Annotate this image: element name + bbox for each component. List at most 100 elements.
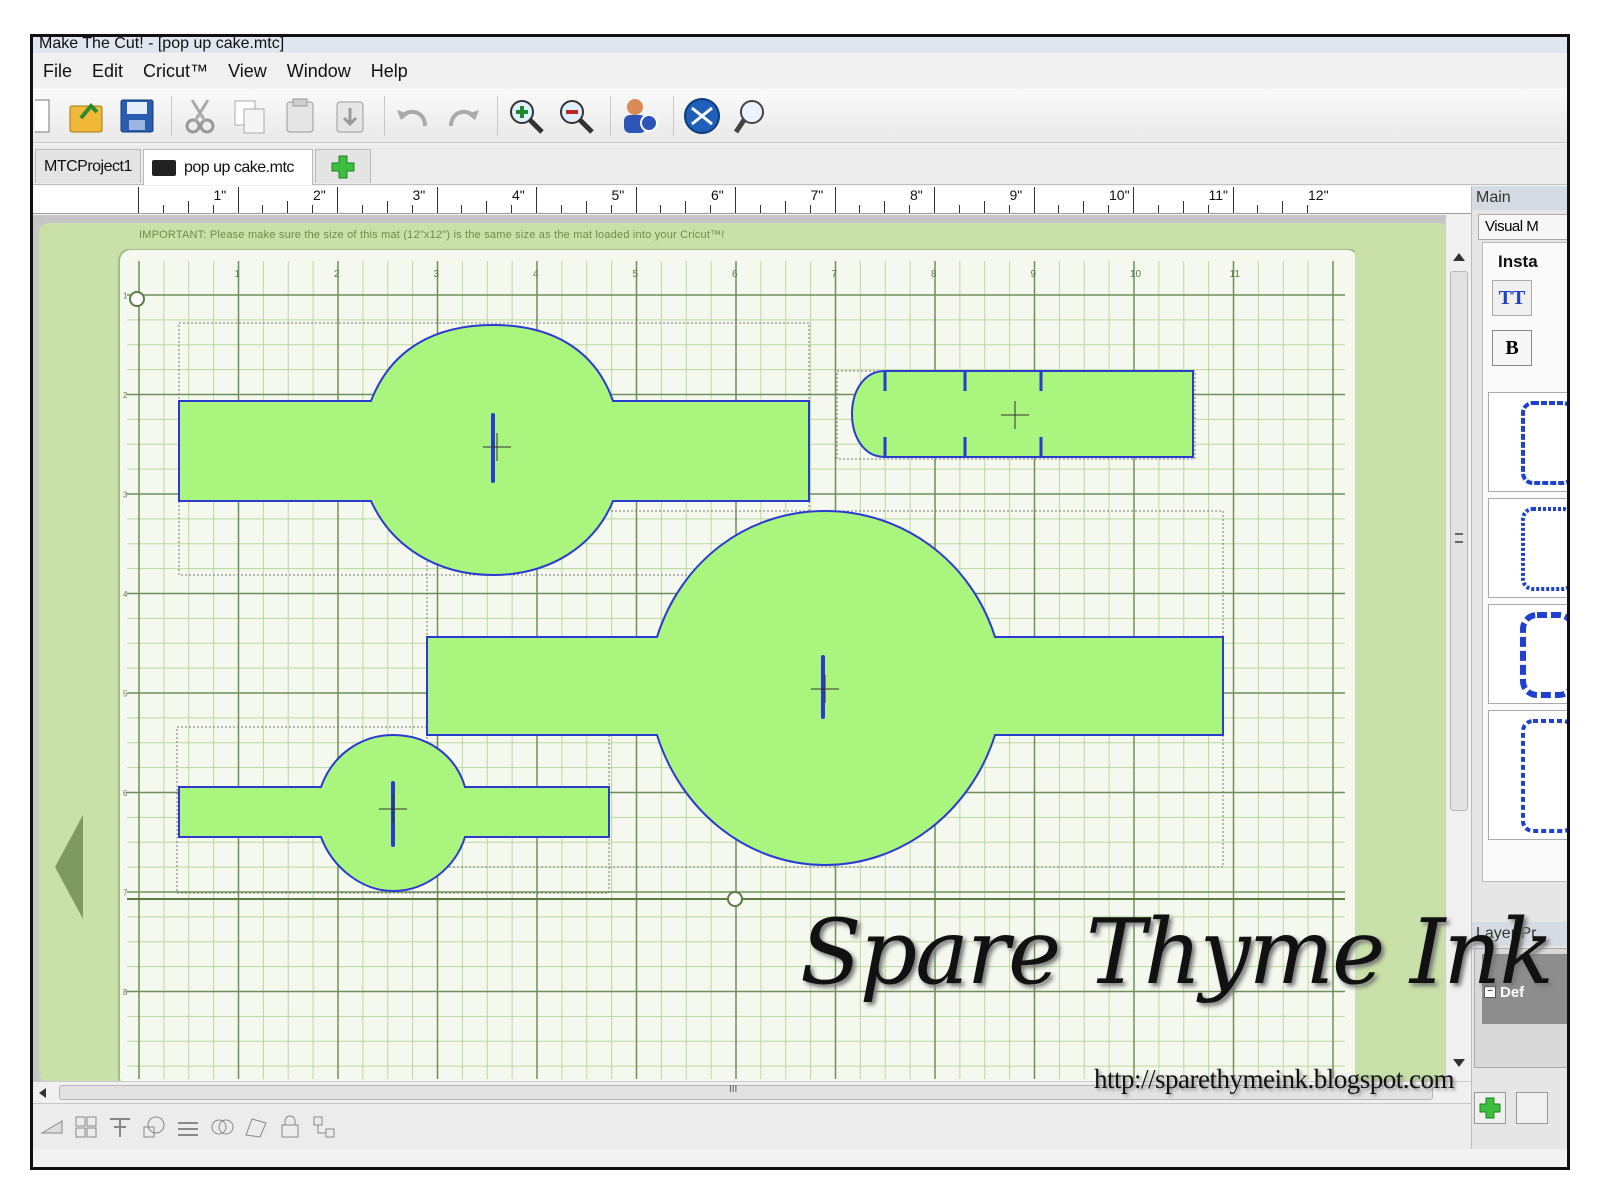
mat-side-number: 4 — [123, 590, 128, 599]
group-icon[interactable] — [71, 1112, 101, 1142]
tab-project[interactable]: MTCProject1 — [35, 149, 141, 183]
menu-file[interactable]: File — [33, 61, 82, 82]
new-file-icon[interactable] — [35, 94, 53, 138]
ruler-tick — [461, 205, 463, 213]
mat-side-number: 7 — [123, 889, 128, 898]
open-folder-icon[interactable] — [65, 94, 109, 138]
shape-thumbnail-2[interactable] — [1488, 498, 1567, 598]
duplicate-layer-button[interactable] — [1516, 1092, 1548, 1124]
lock-icon[interactable] — [275, 1112, 305, 1142]
shape-thumbnail-4[interactable] — [1488, 710, 1567, 840]
plus-icon — [1479, 1097, 1501, 1119]
user-help-icon[interactable] — [617, 94, 661, 138]
ruler-label: 11" — [1208, 187, 1229, 203]
ruler-tick — [411, 205, 413, 213]
add-tab-button[interactable] — [315, 149, 371, 183]
ruler-label: 9" — [1009, 187, 1023, 203]
tab-pop-up-cake[interactable]: pop up cake.mtc — [143, 149, 313, 185]
preview-icon[interactable] — [730, 94, 774, 138]
scroll-left-arrow[interactable] — [39, 1088, 46, 1098]
cut-icon[interactable] — [178, 94, 222, 138]
ruler-tick — [958, 205, 960, 213]
ruler-tick — [983, 201, 985, 213]
redo-icon[interactable] — [441, 94, 485, 138]
ruler-tick — [809, 205, 811, 213]
scroll-down-arrow[interactable] — [1453, 1059, 1465, 1067]
mat-top-number: 6 — [732, 269, 738, 280]
window-title: Make The Cut! - [pop up cake.mtc] — [33, 37, 1567, 53]
ruler-tick — [909, 205, 911, 213]
ruler-tick — [187, 201, 189, 213]
copy-icon[interactable] — [228, 94, 272, 138]
scroll-up-arrow[interactable] — [1453, 253, 1465, 261]
toolbar-separator — [384, 95, 385, 136]
scallop-frame-icon — [1520, 612, 1567, 698]
ruler-tick — [287, 201, 289, 213]
weld-icon[interactable] — [207, 1112, 237, 1142]
distribute-icon[interactable] — [105, 1112, 135, 1142]
ruler-tick — [511, 205, 513, 213]
watermark-url: http://sparethymeink.blogspot.com — [1094, 1064, 1454, 1094]
mat-top-number: 2 — [334, 269, 340, 280]
main-toolbar — [33, 89, 1567, 143]
paste-special-icon[interactable] — [328, 94, 372, 138]
scallop-frame-icon — [1521, 719, 1567, 833]
menu-cricut[interactable]: Cricut™ — [133, 61, 218, 82]
mat-top-number: 3 — [434, 269, 440, 280]
toolbar-separator — [673, 95, 674, 136]
visual-tab[interactable]: Visual M — [1478, 214, 1567, 240]
flow-icon[interactable] — [309, 1112, 339, 1142]
zoom-in-icon[interactable] — [504, 94, 548, 138]
ruler-tick — [859, 205, 861, 213]
shape-thumbnail-3[interactable] — [1488, 604, 1567, 704]
scallop-frame-icon — [1521, 401, 1567, 485]
zoom-out-icon[interactable] — [554, 94, 598, 138]
ruler-tick — [312, 205, 314, 213]
bold-button[interactable]: B — [1492, 330, 1532, 366]
ruler-tick — [585, 201, 587, 213]
shape-thumbnail-1[interactable] — [1488, 392, 1567, 492]
ruler-label: 5" — [611, 187, 625, 203]
save-icon[interactable] — [115, 94, 159, 138]
menu-view[interactable]: View — [218, 61, 277, 82]
toolbar-separator — [497, 95, 498, 136]
ruler-tick — [436, 187, 438, 213]
shape-tools-bar — [33, 1103, 1567, 1149]
ruler-label: 7" — [810, 187, 824, 203]
ruler-label: 6" — [711, 187, 724, 203]
mat-corner-handle — [129, 291, 145, 307]
shape-icon[interactable] — [139, 1112, 169, 1142]
ruler-tick — [560, 205, 562, 213]
mat-side-number: 5 — [123, 690, 128, 699]
menu-window[interactable]: Window — [277, 61, 361, 82]
text-tool-button[interactable]: TT — [1492, 280, 1532, 316]
ruler-tick — [337, 187, 338, 213]
ruler-tick — [386, 201, 388, 213]
paste-icon[interactable] — [278, 94, 322, 138]
mat-size-note: IMPORTANT: Please make sure the size of … — [139, 229, 725, 241]
cut-with-cricut-icon[interactable] — [680, 94, 724, 138]
add-layer-button[interactable] — [1474, 1092, 1506, 1124]
menu-bar: File Edit Cricut™ View Window Help — [33, 54, 1567, 88]
ruler-tick — [759, 205, 761, 213]
mat-navigate-left-arrow[interactable] — [55, 815, 83, 919]
layers-icon[interactable] — [173, 1112, 203, 1142]
path-icon[interactable] — [241, 1112, 271, 1142]
align-icon[interactable] — [37, 1112, 67, 1142]
ruler-tick — [262, 205, 264, 213]
scroll-grip — [1455, 533, 1463, 543]
ruler-tick — [934, 187, 935, 213]
mat-handle — [727, 891, 743, 907]
ruler-label: 12" — [1308, 187, 1329, 203]
toolbar-separator — [171, 95, 172, 136]
menu-help[interactable]: Help — [361, 61, 418, 82]
ruler-label: 4" — [512, 187, 525, 203]
mat-top-number: 10 — [1130, 269, 1142, 280]
ruler-tick — [1133, 187, 1134, 213]
ruler-tick — [710, 205, 712, 213]
tab-strip-shape — [851, 370, 1194, 458]
menu-edit[interactable]: Edit — [82, 61, 133, 82]
undo-icon[interactable] — [391, 94, 435, 138]
ruler-label: 2" — [313, 187, 326, 203]
ruler-tick — [834, 187, 836, 213]
